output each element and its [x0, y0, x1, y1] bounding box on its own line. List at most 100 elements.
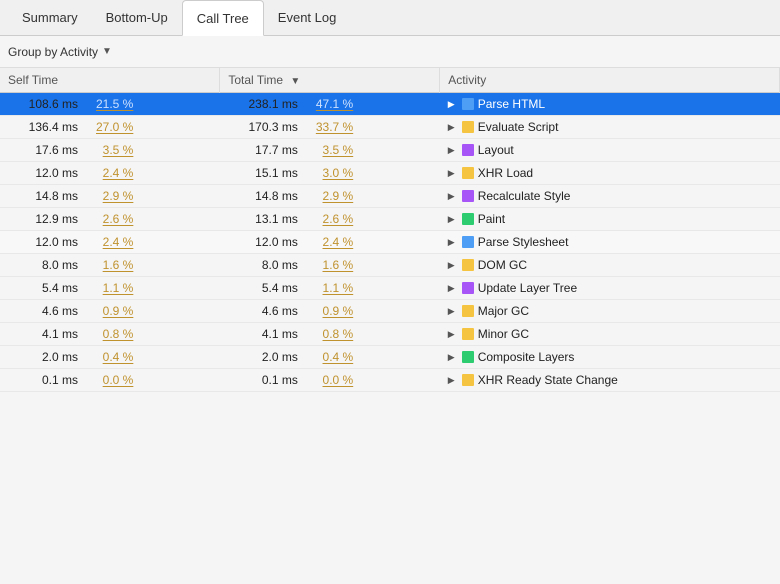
activity-label: Parse Stylesheet	[478, 235, 569, 249]
expand-arrow-icon[interactable]: ▶	[448, 260, 458, 271]
expand-arrow-icon[interactable]: ▶	[448, 283, 458, 294]
activity-color-icon	[462, 121, 474, 133]
group-by-label: Group by Activity	[8, 45, 98, 59]
activity-label: Major GC	[478, 304, 529, 318]
activity-cell: ▶ Recalculate Style	[440, 185, 780, 208]
expand-arrow-icon[interactable]: ▶	[448, 306, 458, 317]
self-time-cell: 4.1 ms 0.8 %	[0, 323, 220, 346]
table-row[interactable]: 4.1 ms 0.8 % 4.1 ms 0.8 % ▶ Minor GC	[0, 323, 780, 346]
tab-summary[interactable]: Summary	[8, 0, 92, 36]
total-time-cell: 15.1 ms 3.0 %	[220, 162, 440, 185]
activity-color-icon	[462, 374, 474, 386]
total-time-cell: 2.0 ms 0.4 %	[220, 346, 440, 369]
expand-arrow-icon[interactable]: ▶	[448, 329, 458, 340]
table-row[interactable]: 108.6 ms 21.5 % 238.1 ms 47.1 % ▶ Parse …	[0, 93, 780, 116]
expand-arrow-icon[interactable]: ▶	[448, 122, 458, 133]
column-activity: Activity	[440, 68, 780, 93]
activity-cell: ▶ Minor GC	[440, 323, 780, 346]
activity-label: XHR Load	[478, 166, 533, 180]
expand-arrow-icon[interactable]: ▶	[448, 191, 458, 202]
activity-cell: ▶ Layout	[440, 139, 780, 162]
activity-color-icon	[462, 328, 474, 340]
expand-arrow-icon[interactable]: ▶	[448, 237, 458, 248]
self-time-cell: 5.4 ms 1.1 %	[0, 277, 220, 300]
activity-label: DOM GC	[478, 258, 527, 272]
table-row[interactable]: 136.4 ms 27.0 % 170.3 ms 33.7 % ▶ Evalua…	[0, 116, 780, 139]
toolbar: Group by Activity ▼	[0, 36, 780, 68]
total-time-cell: 5.4 ms 1.1 %	[220, 277, 440, 300]
activity-color-icon	[462, 144, 474, 156]
table-row[interactable]: 12.0 ms 2.4 % 15.1 ms 3.0 % ▶ XHR Load	[0, 162, 780, 185]
activity-label: Parse HTML	[478, 97, 545, 111]
activity-label: Evaluate Script	[478, 120, 559, 134]
table-row[interactable]: 17.6 ms 3.5 % 17.7 ms 3.5 % ▶ Layout	[0, 139, 780, 162]
self-time-cell: 108.6 ms 21.5 %	[0, 93, 220, 116]
tab-bottom-up[interactable]: Bottom-Up	[92, 0, 182, 36]
activity-label: Recalculate Style	[478, 189, 571, 203]
table-row[interactable]: 4.6 ms 0.9 % 4.6 ms 0.9 % ▶ Major GC	[0, 300, 780, 323]
expand-arrow-icon[interactable]: ▶	[448, 168, 458, 179]
activity-label: Update Layer Tree	[478, 281, 577, 295]
activity-color-icon	[462, 259, 474, 271]
table-row[interactable]: 8.0 ms 1.6 % 8.0 ms 1.6 % ▶ DOM GC	[0, 254, 780, 277]
table-header-row: Self Time Total Time ▼ Activity	[0, 68, 780, 93]
tab-call-tree[interactable]: Call Tree	[182, 0, 264, 36]
sort-arrow-total-time: ▼	[290, 76, 300, 87]
activity-color-icon	[462, 236, 474, 248]
self-time-cell: 12.0 ms 2.4 %	[0, 231, 220, 254]
activity-cell: ▶ XHR Ready State Change	[440, 369, 780, 392]
activity-cell: ▶ Composite Layers	[440, 346, 780, 369]
activity-cell: ▶ Evaluate Script	[440, 116, 780, 139]
total-time-cell: 4.6 ms 0.9 %	[220, 300, 440, 323]
activity-color-icon	[462, 98, 474, 110]
performance-table: Self Time Total Time ▼ Activity 108.6 ms…	[0, 68, 780, 392]
expand-arrow-icon[interactable]: ▶	[448, 375, 458, 386]
table-row[interactable]: 12.9 ms 2.6 % 13.1 ms 2.6 % ▶ Paint	[0, 208, 780, 231]
table-row[interactable]: 12.0 ms 2.4 % 12.0 ms 2.4 % ▶ Parse Styl…	[0, 231, 780, 254]
activity-cell: ▶ DOM GC	[440, 254, 780, 277]
activity-cell: ▶ Update Layer Tree	[440, 277, 780, 300]
total-time-cell: 13.1 ms 2.6 %	[220, 208, 440, 231]
expand-arrow-icon[interactable]: ▶	[448, 214, 458, 225]
tab-bar: Summary Bottom-Up Call Tree Event Log	[0, 0, 780, 36]
total-time-cell: 14.8 ms 2.9 %	[220, 185, 440, 208]
activity-color-icon	[462, 282, 474, 294]
self-time-cell: 17.6 ms 3.5 %	[0, 139, 220, 162]
activity-cell: ▶ Parse Stylesheet	[440, 231, 780, 254]
table-row[interactable]: 14.8 ms 2.9 % 14.8 ms 2.9 % ▶ Recalculat…	[0, 185, 780, 208]
self-time-cell: 2.0 ms 0.4 %	[0, 346, 220, 369]
column-self-time: Self Time	[0, 68, 220, 93]
table-row[interactable]: 2.0 ms 0.4 % 2.0 ms 0.4 % ▶ Composite La…	[0, 346, 780, 369]
table-row[interactable]: 5.4 ms 1.1 % 5.4 ms 1.1 % ▶ Update Layer…	[0, 277, 780, 300]
expand-arrow-icon[interactable]: ▶	[448, 352, 458, 363]
activity-cell: ▶ Parse HTML	[440, 93, 780, 116]
activity-color-icon	[462, 167, 474, 179]
total-time-cell: 0.1 ms 0.0 %	[220, 369, 440, 392]
total-time-cell: 238.1 ms 47.1 %	[220, 93, 440, 116]
total-time-cell: 12.0 ms 2.4 %	[220, 231, 440, 254]
activity-color-icon	[462, 305, 474, 317]
column-total-time[interactable]: Total Time ▼	[220, 68, 440, 93]
self-time-cell: 4.6 ms 0.9 %	[0, 300, 220, 323]
self-time-cell: 14.8 ms 2.9 %	[0, 185, 220, 208]
activity-label: XHR Ready State Change	[478, 373, 618, 387]
total-time-cell: 4.1 ms 0.8 %	[220, 323, 440, 346]
activity-label: Minor GC	[478, 327, 529, 341]
table-row[interactable]: 0.1 ms 0.0 % 0.1 ms 0.0 % ▶ XHR Ready St…	[0, 369, 780, 392]
data-table-container: Self Time Total Time ▼ Activity 108.6 ms…	[0, 68, 780, 392]
activity-color-icon	[462, 213, 474, 225]
activity-cell: ▶ XHR Load	[440, 162, 780, 185]
activity-label: Layout	[478, 143, 514, 157]
group-by-dropdown-arrow[interactable]: ▼	[102, 46, 112, 57]
activity-label: Paint	[478, 212, 505, 226]
expand-arrow-icon[interactable]: ▶	[448, 145, 458, 156]
self-time-cell: 0.1 ms 0.0 %	[0, 369, 220, 392]
self-time-cell: 12.0 ms 2.4 %	[0, 162, 220, 185]
self-time-cell: 12.9 ms 2.6 %	[0, 208, 220, 231]
activity-color-icon	[462, 190, 474, 202]
activity-color-icon	[462, 351, 474, 363]
activity-cell: ▶ Paint	[440, 208, 780, 231]
expand-arrow-icon[interactable]: ▶	[448, 99, 458, 110]
tab-event-log[interactable]: Event Log	[264, 0, 351, 36]
activity-label: Composite Layers	[478, 350, 575, 364]
